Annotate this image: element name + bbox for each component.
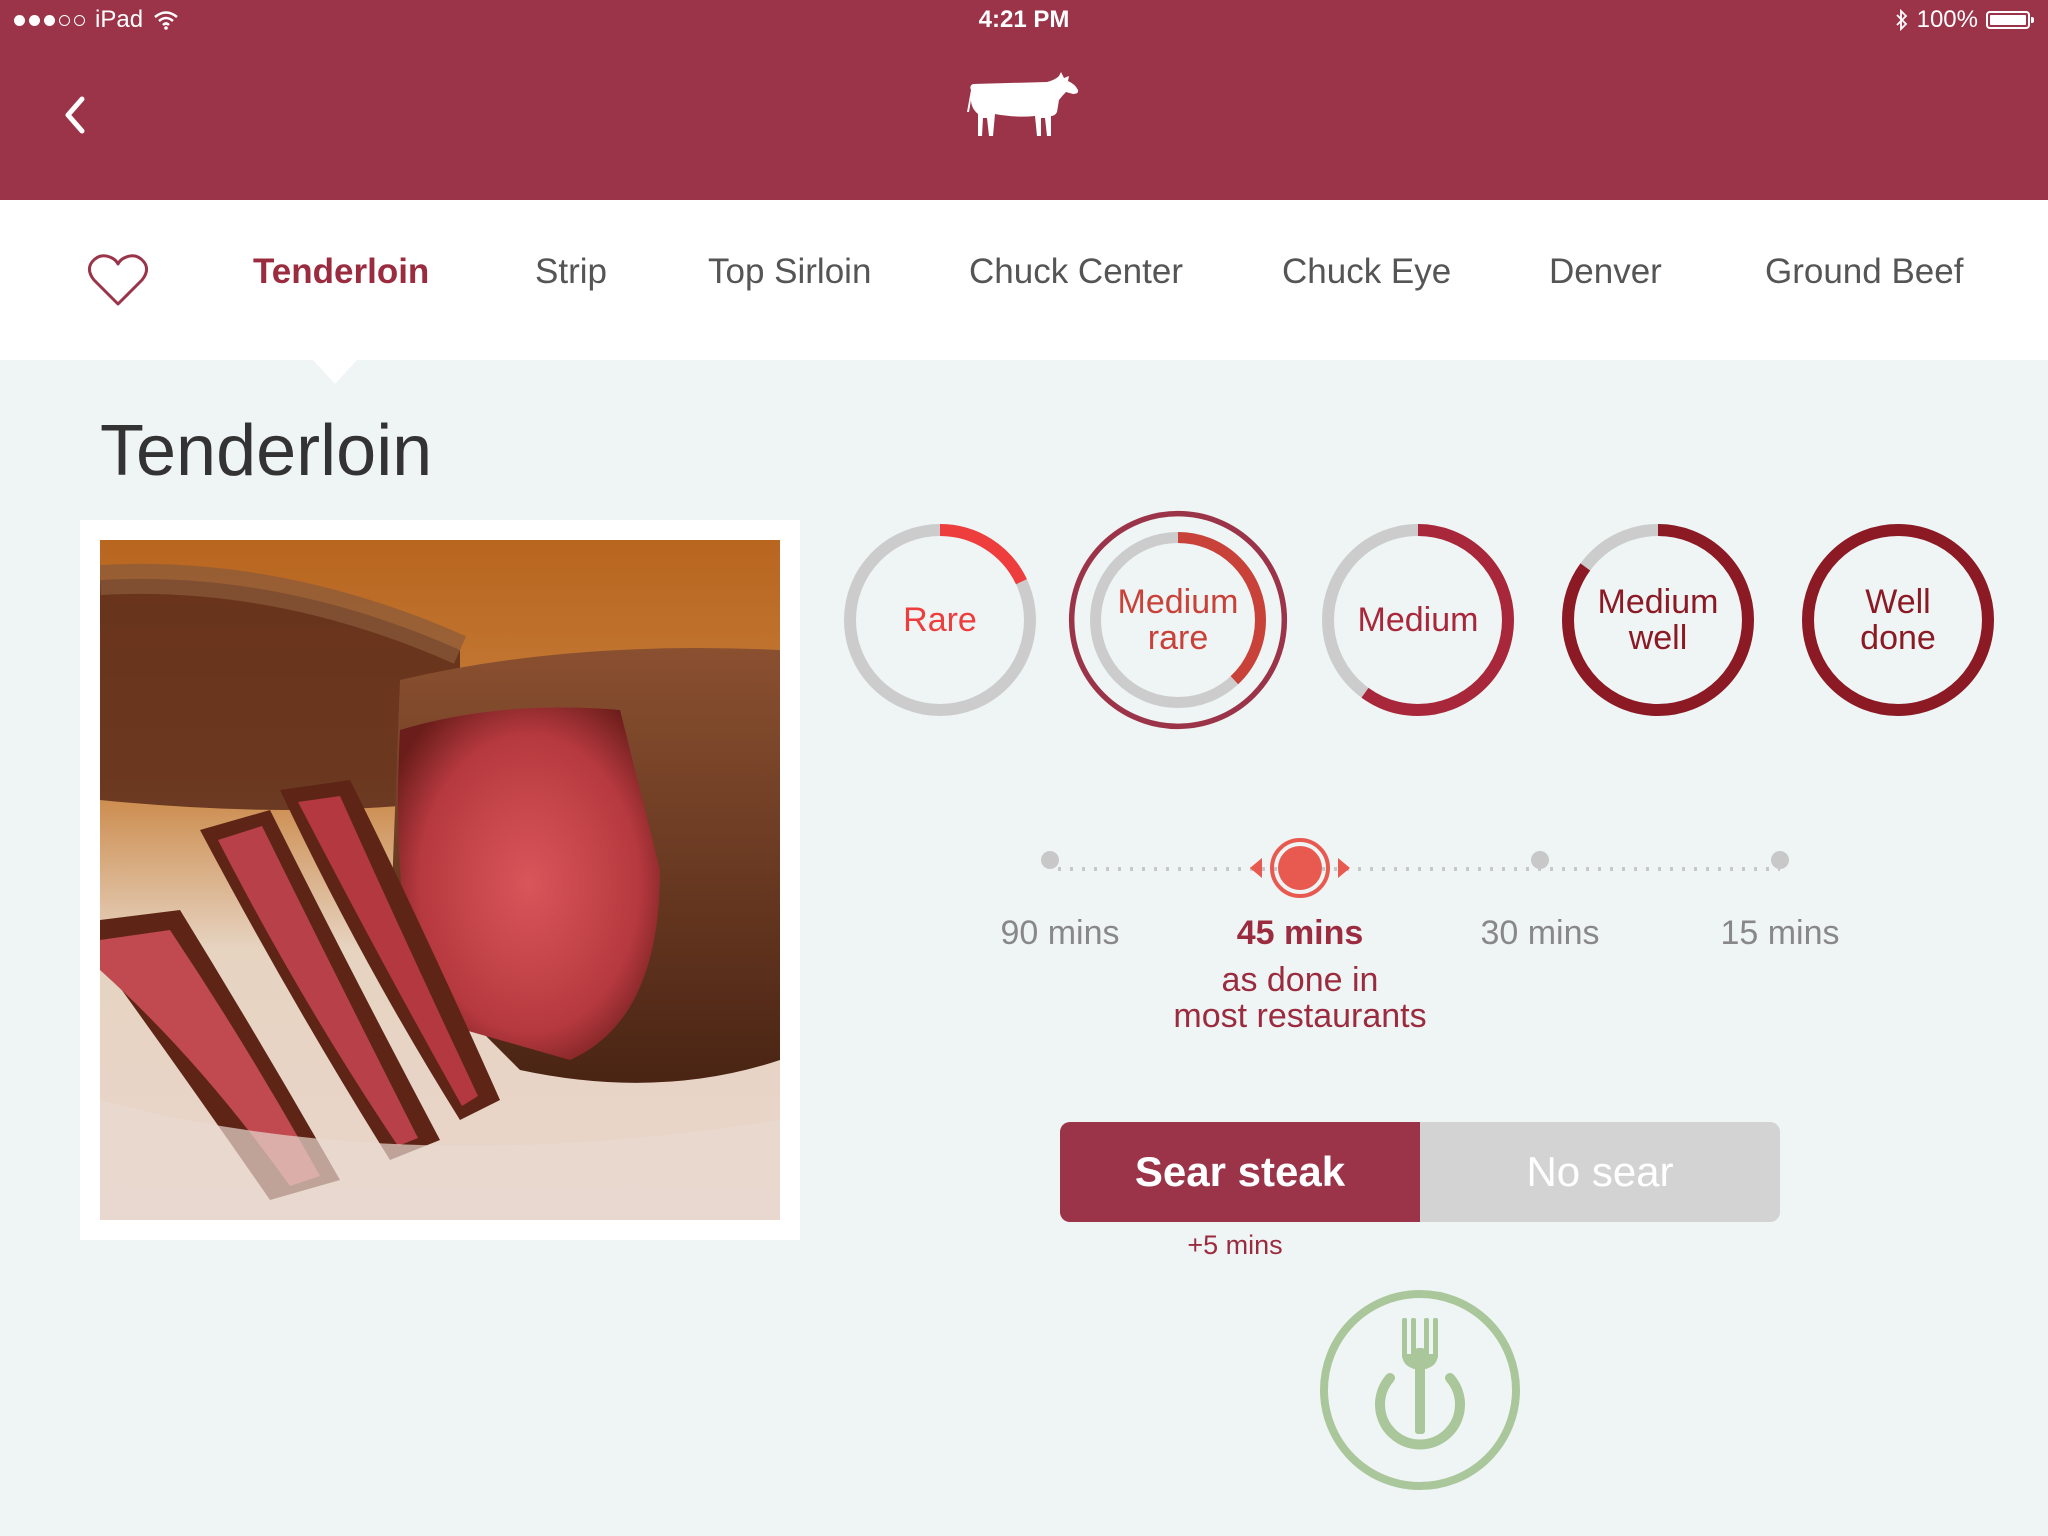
battery-percent: 100% — [1916, 6, 1978, 33]
sear-extra-time: +5 mins — [1187, 1230, 1283, 1260]
doneness-label: Medium well — [1597, 583, 1719, 657]
doneness-medium-rare[interactable]: Medium rare — [1068, 510, 1288, 730]
sear-toggle: Sear steak No sear — [1060, 1122, 1780, 1222]
app-header — [0, 40, 2048, 200]
tab-chuck-eye[interactable]: Chuck Eye — [1282, 252, 1451, 292]
tab-strip[interactable]: Strip — [535, 252, 607, 292]
sliced-steak-image — [100, 540, 780, 1220]
battery-icon — [1986, 11, 2034, 29]
page-title: Tenderloin — [100, 411, 433, 491]
tab-top-sirloin[interactable]: Top Sirloin — [708, 252, 871, 292]
timer-stop-90[interactable] — [1040, 850, 1060, 870]
timer-option-30[interactable]: 30 mins — [1440, 914, 1640, 953]
fork-power-icon[interactable] — [1318, 1288, 1522, 1492]
tab-tenderloin[interactable]: Tenderloin — [253, 252, 429, 292]
doneness-well-done[interactable]: Well done — [1788, 510, 2008, 730]
timer-option-45[interactable]: 45 mins — [1200, 914, 1400, 953]
cut-tab-bar: Tenderloin Strip Top Sirloin Chuck Cente… — [0, 200, 2048, 360]
photo-frame — [80, 520, 800, 1240]
no-sear-button[interactable]: No sear — [1420, 1122, 1780, 1222]
tab-denver[interactable]: Denver — [1549, 252, 1662, 292]
timer-slider-handle[interactable] — [1248, 836, 1352, 900]
status-bar: iPad 4:21 PM 100% — [0, 0, 2048, 40]
timer-option-15[interactable]: 15 mins — [1680, 914, 1880, 953]
doneness-label: Medium rare — [1117, 583, 1239, 657]
doneness-rare[interactable]: Rare — [830, 510, 1050, 730]
sear-steak-button[interactable]: Sear steak — [1060, 1122, 1420, 1222]
doneness-label: Medium — [1357, 601, 1479, 639]
timer-option-90[interactable]: 90 mins — [960, 914, 1160, 953]
clock: 4:21 PM — [978, 6, 1070, 33]
cow-icon — [967, 72, 1079, 136]
bluetooth-icon — [1895, 9, 1907, 31]
timer-stop-30[interactable] — [1530, 850, 1550, 870]
chevron-left-icon[interactable] — [52, 85, 102, 145]
active-tab-pointer — [313, 360, 357, 384]
timer-stop-15[interactable] — [1770, 850, 1790, 870]
tab-chuck-center[interactable]: Chuck Center — [969, 252, 1183, 292]
timer-note: as done in most restaurants — [1173, 961, 1427, 1035]
heart-icon[interactable] — [86, 252, 150, 308]
doneness-medium[interactable]: Medium — [1308, 510, 1528, 730]
doneness-medium-well[interactable]: Medium well — [1548, 510, 1768, 730]
doneness-label: Well done — [1860, 583, 1936, 657]
doneness-label: Rare — [903, 601, 977, 639]
tab-ground-beef[interactable]: Ground Beef — [1765, 252, 1963, 292]
timer-track — [1058, 867, 1780, 871]
